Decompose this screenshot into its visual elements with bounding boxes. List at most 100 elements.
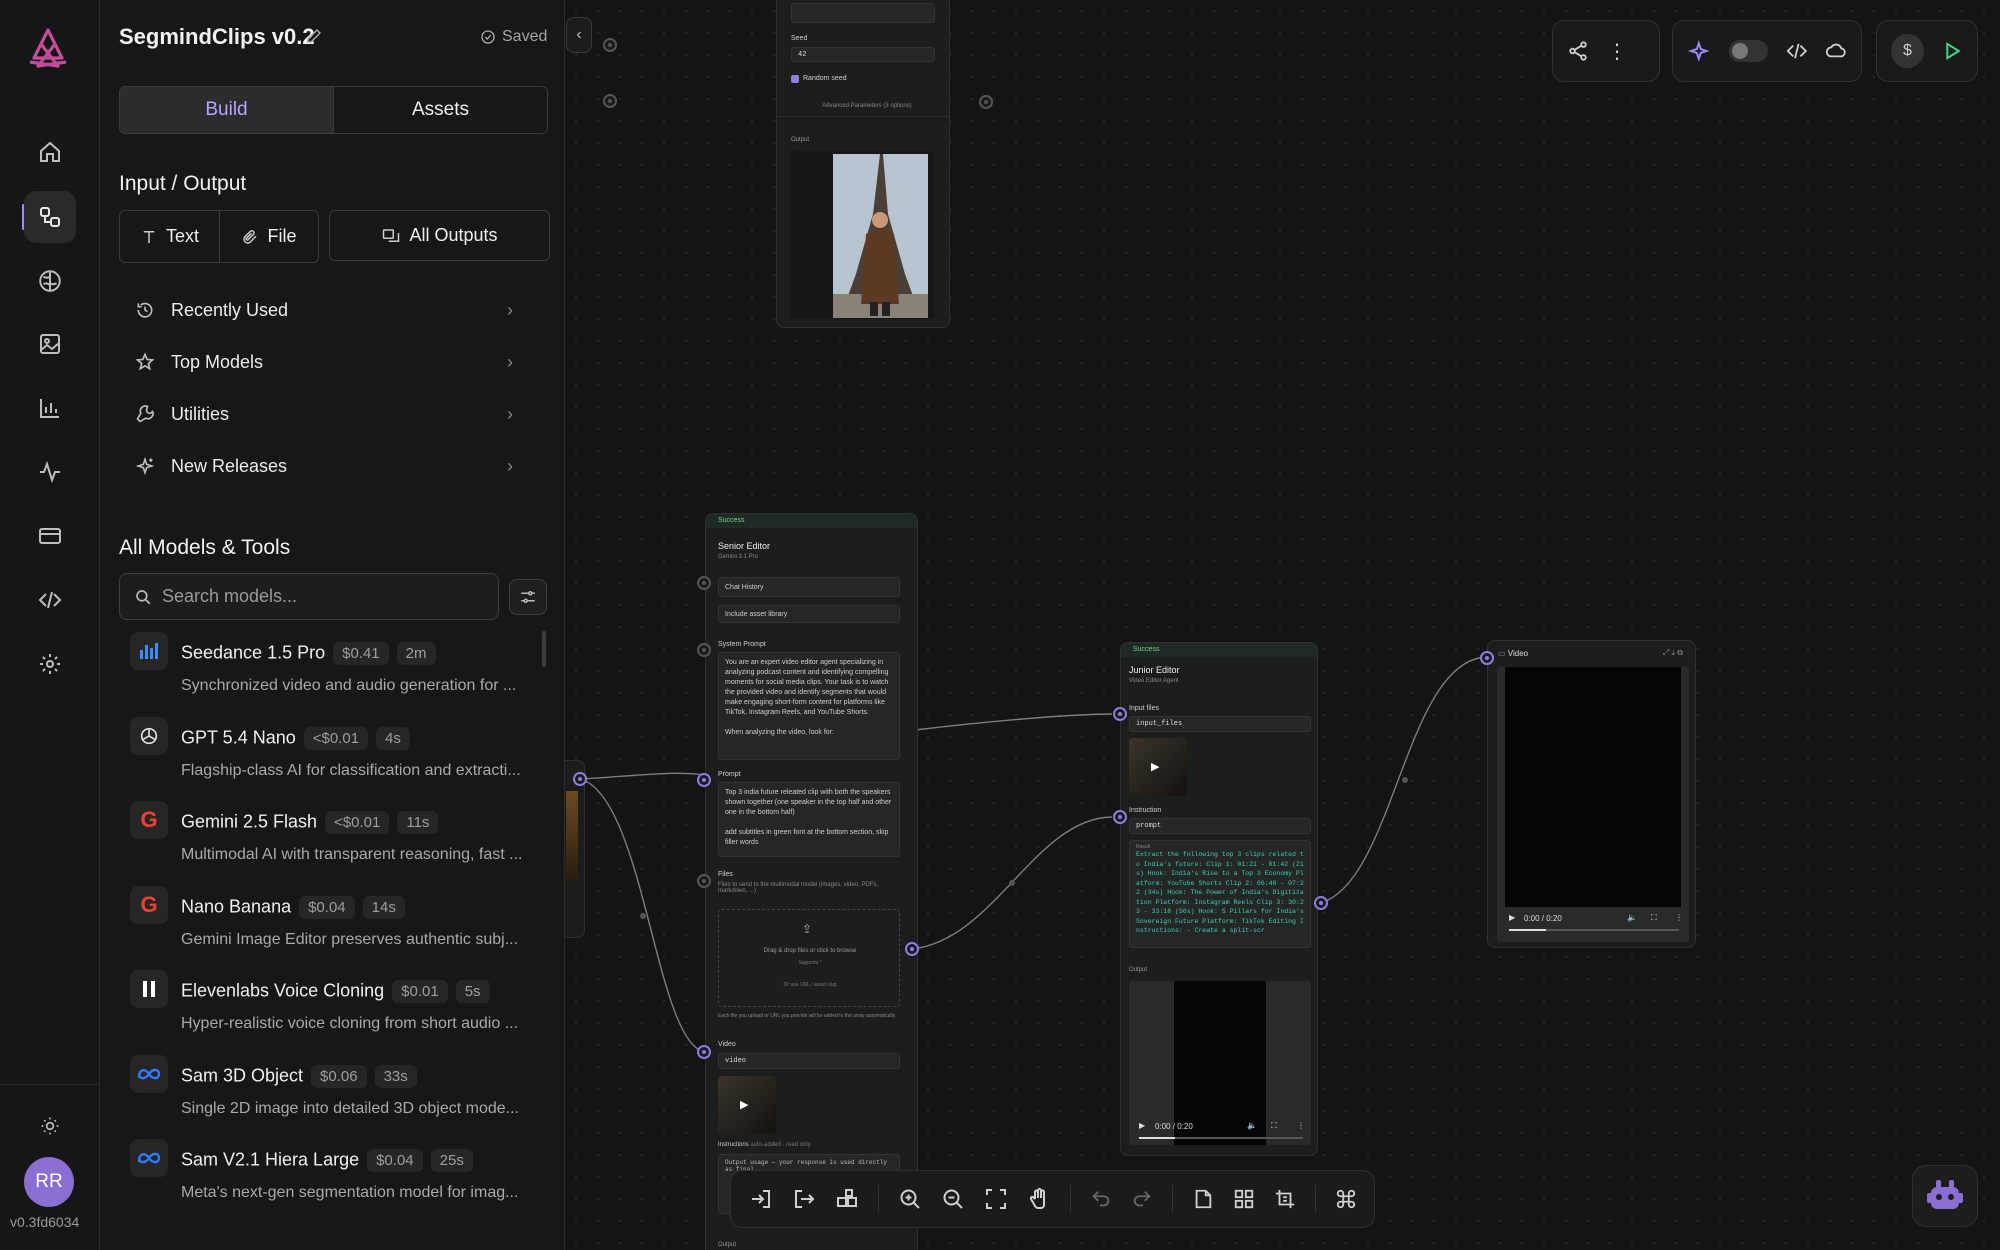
edit-pencil-icon[interactable]: [305, 27, 323, 45]
analytics-icon[interactable]: [24, 382, 76, 434]
home-icon[interactable]: [24, 126, 76, 178]
code-icon[interactable]: [24, 574, 76, 626]
tab-assets[interactable]: Assets: [334, 87, 547, 133]
progress-track[interactable]: [1139, 1137, 1303, 1139]
junior-editor-node[interactable]: Success Junior Editor Video Editor Agent…: [1120, 642, 1318, 1156]
prompt-textarea[interactable]: Top 3 india future releated clip with bo…: [718, 782, 900, 857]
video-player[interactable]: ▶ 0:00 / 0:20 🔈 ⛶ ⋮: [1129, 981, 1311, 1145]
search-input[interactable]: [162, 586, 482, 607]
upper-field[interactable]: [791, 3, 935, 23]
input-output-port[interactable]: [573, 772, 587, 786]
brain-icon[interactable]: [24, 255, 76, 307]
model-list-item[interactable]: G Gemini 2.5 Flash <$0.01 11s Multimodal AI …: [130, 801, 550, 881]
user-avatar[interactable]: RR: [24, 1157, 74, 1207]
zoom-in-icon[interactable]: [898, 1187, 922, 1211]
input-files-port[interactable]: [1113, 707, 1127, 721]
video-input-port[interactable]: [1480, 651, 1494, 665]
input-video-thumbnail[interactable]: ▶: [1129, 738, 1187, 796]
credits-dollar-icon[interactable]: $: [1891, 34, 1924, 68]
filter-sliders-icon[interactable]: [509, 579, 547, 615]
pan-hand-icon[interactable]: [1027, 1187, 1051, 1211]
text-node-button[interactable]: Text: [120, 211, 219, 262]
port[interactable]: [697, 643, 711, 657]
image-generator-node[interactable]: Seed 42 Random seed Advanced Parameters …: [776, 0, 950, 328]
video-input-port[interactable]: [697, 1045, 711, 1059]
settings-gear-icon[interactable]: [24, 638, 76, 690]
model-list-item[interactable]: Sam V2.1 Hiera Large $0.04 25s Meta's next-…: [130, 1139, 550, 1219]
category-new-releases[interactable]: New Releases ›: [133, 446, 543, 486]
play-button[interactable]: ▶: [1139, 1121, 1145, 1130]
tab-build[interactable]: Build: [120, 87, 334, 133]
node-actions[interactable]: ⤢ ⤓ ⧉: [1663, 648, 1683, 658]
chat-history-field[interactable]: Chat History: [718, 577, 900, 597]
include-asset-toggle[interactable]: Include asset library: [718, 605, 900, 623]
prompt-input-port[interactable]: [697, 773, 711, 787]
import-icon[interactable]: [749, 1187, 773, 1211]
model-list-item[interactable]: Elevenlabs Voice Cloning $0.01 5s Hyper-rea…: [130, 970, 550, 1050]
model-list-item[interactable]: GPT 5.4 Nano <$0.01 4s Flagship-class AI fo…: [130, 716, 550, 797]
category-utilities[interactable]: Utilities ›: [133, 394, 543, 434]
cloud-icon[interactable]: [1825, 40, 1847, 62]
category-top-models[interactable]: Top Models ›: [133, 342, 543, 382]
billing-card-icon[interactable]: [24, 510, 76, 562]
seed-input[interactable]: 42: [791, 47, 935, 62]
image-icon[interactable]: [24, 318, 76, 370]
senior-editor-node[interactable]: Success Senior Editor Gemini 3.1 Pro Cha…: [705, 513, 918, 1250]
crop-frame-icon[interactable]: [1274, 1188, 1296, 1210]
random-seed-checkbox[interactable]: [791, 75, 799, 83]
video-thumbnail[interactable]: ▶: [718, 1076, 776, 1134]
fullscreen-icon[interactable]: ⛶: [1271, 1121, 1277, 1131]
assistant-bot-icon[interactable]: [1912, 1165, 1978, 1227]
export-icon[interactable]: [792, 1187, 816, 1211]
more-icon[interactable]: ⋮: [1675, 913, 1683, 922]
model-list-item[interactable]: Seedance 1.5 Pro $0.41 2m Synchronized vide…: [130, 632, 550, 712]
video-player[interactable]: ▶ 0:00 / 0:20 🔈 ⛶ ⋮: [1497, 667, 1689, 942]
port[interactable]: [603, 94, 617, 108]
volume-icon[interactable]: 🔈: [1627, 913, 1637, 922]
system-prompt-textarea[interactable]: You are an expert video editor agent spe…: [718, 652, 900, 760]
note-icon[interactable]: [1192, 1188, 1214, 1210]
all-outputs-button[interactable]: All Outputs: [329, 210, 550, 261]
eiffel-tower-image[interactable]: [833, 154, 928, 318]
senior-output-port[interactable]: [905, 942, 919, 956]
redo-icon[interactable]: [1131, 1188, 1153, 1210]
zoom-out-icon[interactable]: [941, 1187, 965, 1211]
grid-icon[interactable]: [1233, 1188, 1255, 1210]
mode-toggle[interactable]: [1728, 40, 1768, 62]
file-dropzone[interactable]: ⇪ Drag & drop files or click to browse S…: [718, 909, 900, 1007]
share-icon[interactable]: [1567, 40, 1589, 62]
junior-output-port[interactable]: [1314, 896, 1328, 910]
fit-view-icon[interactable]: [984, 1187, 1008, 1211]
fullscreen-icon[interactable]: ⛶: [1651, 913, 1657, 923]
port[interactable]: [979, 95, 993, 109]
undo-icon[interactable]: [1090, 1188, 1112, 1210]
workflows-icon[interactable]: [24, 191, 76, 243]
command-icon[interactable]: [1335, 1188, 1357, 1210]
ai-sparkle-icon[interactable]: [1687, 39, 1711, 63]
collapse-panel-chevron-icon[interactable]: ‹: [566, 17, 592, 53]
workflow-canvas[interactable]: Seed 42 Random seed Advanced Parameters …: [565, 0, 2000, 1250]
advanced-params-toggle[interactable]: Advanced Parameters (3 options): [807, 103, 927, 109]
port[interactable]: [697, 576, 711, 590]
input-node-partial[interactable]: [565, 760, 585, 938]
model-list-item[interactable]: Sam 3D Object $0.06 33s Single 2D image int…: [130, 1054, 550, 1135]
port[interactable]: [603, 38, 617, 52]
theme-sun-icon[interactable]: [24, 1100, 76, 1152]
segmind-logo-icon[interactable]: [24, 24, 72, 72]
volume-icon[interactable]: 🔈: [1247, 1121, 1257, 1130]
more-vertical-icon[interactable]: ⋮: [1607, 39, 1627, 64]
instruction-port[interactable]: [1113, 810, 1127, 824]
result-box[interactable]: Result Extract the following top 3 clips…: [1129, 840, 1311, 948]
project-title[interactable]: SegmindClips v0.2: [119, 24, 315, 50]
video-output-node[interactable]: ▭ Video ⤢ ⤓ ⧉ ▶ 0:00 / 0:20 🔈 ⛶ ⋮: [1487, 640, 1696, 948]
progress-track[interactable]: [1509, 929, 1679, 931]
more-icon[interactable]: ⋮: [1297, 1121, 1305, 1130]
auto-layout-icon[interactable]: [835, 1187, 859, 1211]
code-icon[interactable]: [1786, 40, 1808, 62]
play-button[interactable]: ▶: [1509, 913, 1515, 922]
files-port[interactable]: [697, 874, 711, 888]
category-recently-used[interactable]: Recently Used ›: [133, 290, 543, 330]
activity-icon[interactable]: [24, 446, 76, 498]
model-list-item[interactable]: G Nano Banana $0.04 14s Gemini Image Editor …: [130, 885, 550, 966]
run-play-icon[interactable]: [1942, 40, 1963, 62]
